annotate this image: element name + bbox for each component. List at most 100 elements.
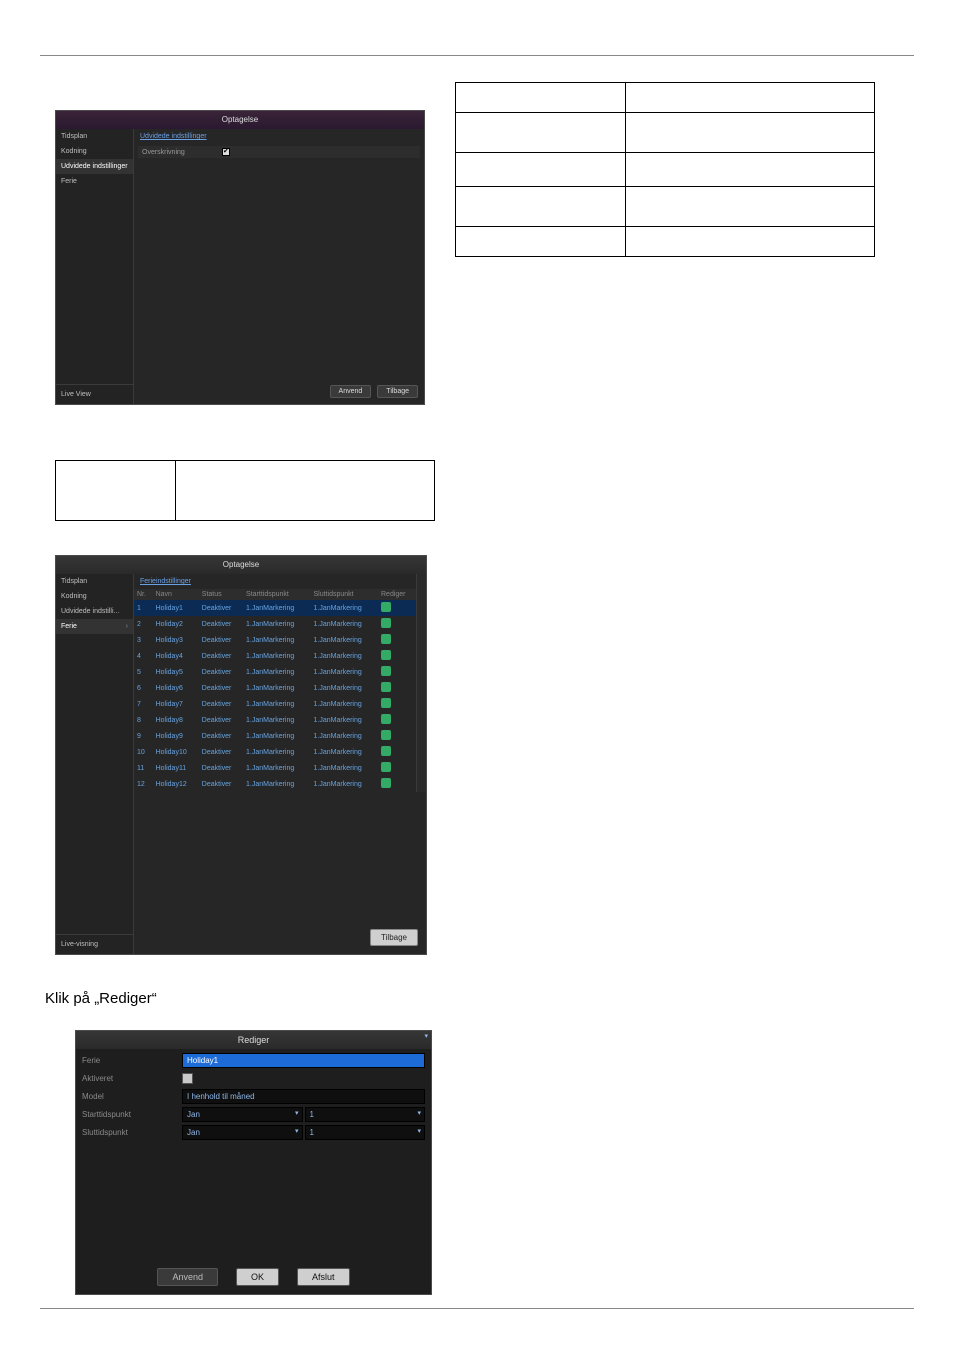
end-month-select[interactable]: Jan [182, 1125, 303, 1140]
edit-icon[interactable] [381, 714, 391, 724]
edit-icon[interactable] [381, 602, 391, 612]
table-cell: Holiday2 [153, 616, 199, 632]
table-cell: Deaktiver [199, 776, 243, 792]
edit-icon[interactable] [381, 778, 391, 788]
screenshot-advanced-settings: Optagelse Tidsplan Kodning Udvidede inds… [55, 110, 425, 405]
table-cell: 1.JanMarkering [311, 776, 378, 792]
table-cell: 3 [134, 632, 153, 648]
edit-icon[interactable] [381, 666, 391, 676]
table-cell: 1.JanMarkering [311, 680, 378, 696]
edit-cell [378, 632, 416, 648]
sidebar-item-tidsplan[interactable]: Tidsplan [56, 129, 133, 144]
table-row[interactable]: 11Holiday11Deaktiver1.JanMarkering1.JanM… [134, 760, 416, 776]
live-view-link[interactable]: Live-visning [56, 934, 133, 954]
screenshot-holiday-list: Optagelse Tidsplan Kodning Udvidede inds… [55, 555, 427, 955]
ok-button[interactable]: OK [236, 1268, 279, 1286]
edit-cell [378, 696, 416, 712]
sidebar: Tidsplan Kodning Udvidede indstillinger … [56, 129, 134, 404]
sidebar-item-ferie[interactable]: Ferie [56, 174, 133, 189]
live-view-link[interactable]: Live View [56, 384, 133, 404]
start-label: Starttidspunkt [82, 1110, 182, 1119]
table-cell: 1.JanMarkering [311, 632, 378, 648]
table-cell: 1.JanMarkering [243, 696, 310, 712]
table-cell: 1.JanMarkering [243, 600, 310, 616]
table-cell: 1.JanMarkering [243, 616, 310, 632]
edit-icon[interactable] [381, 762, 391, 772]
scrollbar[interactable] [416, 574, 426, 792]
table-cell: 2 [134, 616, 153, 632]
table-cell: 8 [134, 712, 153, 728]
ferie-input[interactable]: Holiday1 [182, 1053, 425, 1068]
ferie-label: Ferie [82, 1056, 182, 1065]
table-row[interactable]: 4Holiday4Deaktiver1.JanMarkering1.JanMar… [134, 648, 416, 664]
edit-cell [378, 680, 416, 696]
edit-icon[interactable] [381, 730, 391, 740]
tab-ferieindstillinger[interactable]: Ferieindstillinger [134, 574, 416, 589]
table-row[interactable]: 7Holiday7Deaktiver1.JanMarkering1.JanMar… [134, 696, 416, 712]
table-row[interactable]: 9Holiday9Deaktiver1.JanMarkering1.JanMar… [134, 728, 416, 744]
start-month-select[interactable]: Jan [182, 1107, 303, 1122]
table-cell: Deaktiver [199, 696, 243, 712]
table-cell: Holiday6 [153, 680, 199, 696]
table-row[interactable]: 10Holiday10Deaktiver1.JanMarkering1.JanM… [134, 744, 416, 760]
table-cell: Holiday8 [153, 712, 199, 728]
table-cell: 1.JanMarkering [311, 648, 378, 664]
doc-table-top-right [455, 82, 875, 257]
cancel-button[interactable]: Afslut [297, 1268, 350, 1286]
overskrivning-checkbox[interactable] [222, 148, 230, 156]
table-row[interactable]: 12Holiday12Deaktiver1.JanMarkering1.JanM… [134, 776, 416, 792]
end-label: Sluttidspunkt [82, 1128, 182, 1137]
table-cell: Holiday3 [153, 632, 199, 648]
edit-icon[interactable] [381, 682, 391, 692]
table-cell: 11 [134, 760, 153, 776]
window-title: Optagelse [56, 556, 426, 574]
apply-button[interactable]: Anvend [330, 385, 372, 398]
start-day-select[interactable]: 1 [305, 1107, 426, 1122]
table-cell: 4 [134, 648, 153, 664]
edit-icon[interactable] [381, 634, 391, 644]
table-row[interactable]: 6Holiday6Deaktiver1.JanMarkering1.JanMar… [134, 680, 416, 696]
edit-icon[interactable] [381, 746, 391, 756]
dialog-title: Rediger [76, 1031, 431, 1049]
table-cell: Deaktiver [199, 600, 243, 616]
tab-udvidede-indstillinger[interactable]: Udvidede indstillinger [134, 129, 424, 144]
table-cell: 5 [134, 664, 153, 680]
edit-icon[interactable] [381, 618, 391, 628]
end-day-select[interactable]: 1 [305, 1125, 426, 1140]
model-select[interactable]: I henhold til måned [182, 1089, 425, 1104]
table-row[interactable]: 2Holiday2Deaktiver1.JanMarkering1.JanMar… [134, 616, 416, 632]
back-button[interactable]: Tilbage [377, 385, 418, 398]
sidebar-item-tidsplan[interactable]: Tidsplan [56, 574, 133, 589]
table-cell: Deaktiver [199, 712, 243, 728]
table-cell: Holiday9 [153, 728, 199, 744]
edit-icon[interactable] [381, 698, 391, 708]
edit-cell [378, 776, 416, 792]
instruction-text: Klik på „Rediger“ [45, 990, 157, 1007]
page-rule-top [40, 55, 914, 56]
sidebar-item-udvidede[interactable]: Udvidede indstilli... [56, 604, 133, 619]
sidebar-item-udvidede[interactable]: Udvidede indstillinger [56, 159, 133, 174]
table-cell: Deaktiver [199, 728, 243, 744]
col-slut: Sluttidspunkt [311, 589, 378, 600]
table-cell: 1.JanMarkering [243, 728, 310, 744]
table-row[interactable]: 5Holiday5Deaktiver1.JanMarkering1.JanMar… [134, 664, 416, 680]
edit-cell [378, 616, 416, 632]
table-cell: 1.JanMarkering [243, 760, 310, 776]
table-cell: 1.JanMarkering [311, 696, 378, 712]
edit-cell [378, 600, 416, 616]
table-row[interactable]: 8Holiday8Deaktiver1.JanMarkering1.JanMar… [134, 712, 416, 728]
aktiveret-checkbox[interactable] [182, 1073, 193, 1084]
table-cell: 1.JanMarkering [243, 776, 310, 792]
sidebar-item-kodning[interactable]: Kodning [56, 589, 133, 604]
table-row[interactable]: 1Holiday1Deaktiver1.JanMarkering1.JanMar… [134, 600, 416, 616]
table-cell: 1.JanMarkering [311, 760, 378, 776]
back-button[interactable]: Tilbage [370, 929, 418, 946]
edit-icon[interactable] [381, 650, 391, 660]
col-navn: Navn [153, 589, 199, 600]
apply-button[interactable]: Anvend [157, 1268, 218, 1286]
sidebar-item-ferie[interactable]: Ferie [56, 619, 133, 634]
table-row[interactable]: 3Holiday3Deaktiver1.JanMarkering1.JanMar… [134, 632, 416, 648]
table-cell: 7 [134, 696, 153, 712]
edit-cell [378, 728, 416, 744]
sidebar-item-kodning[interactable]: Kodning [56, 144, 133, 159]
